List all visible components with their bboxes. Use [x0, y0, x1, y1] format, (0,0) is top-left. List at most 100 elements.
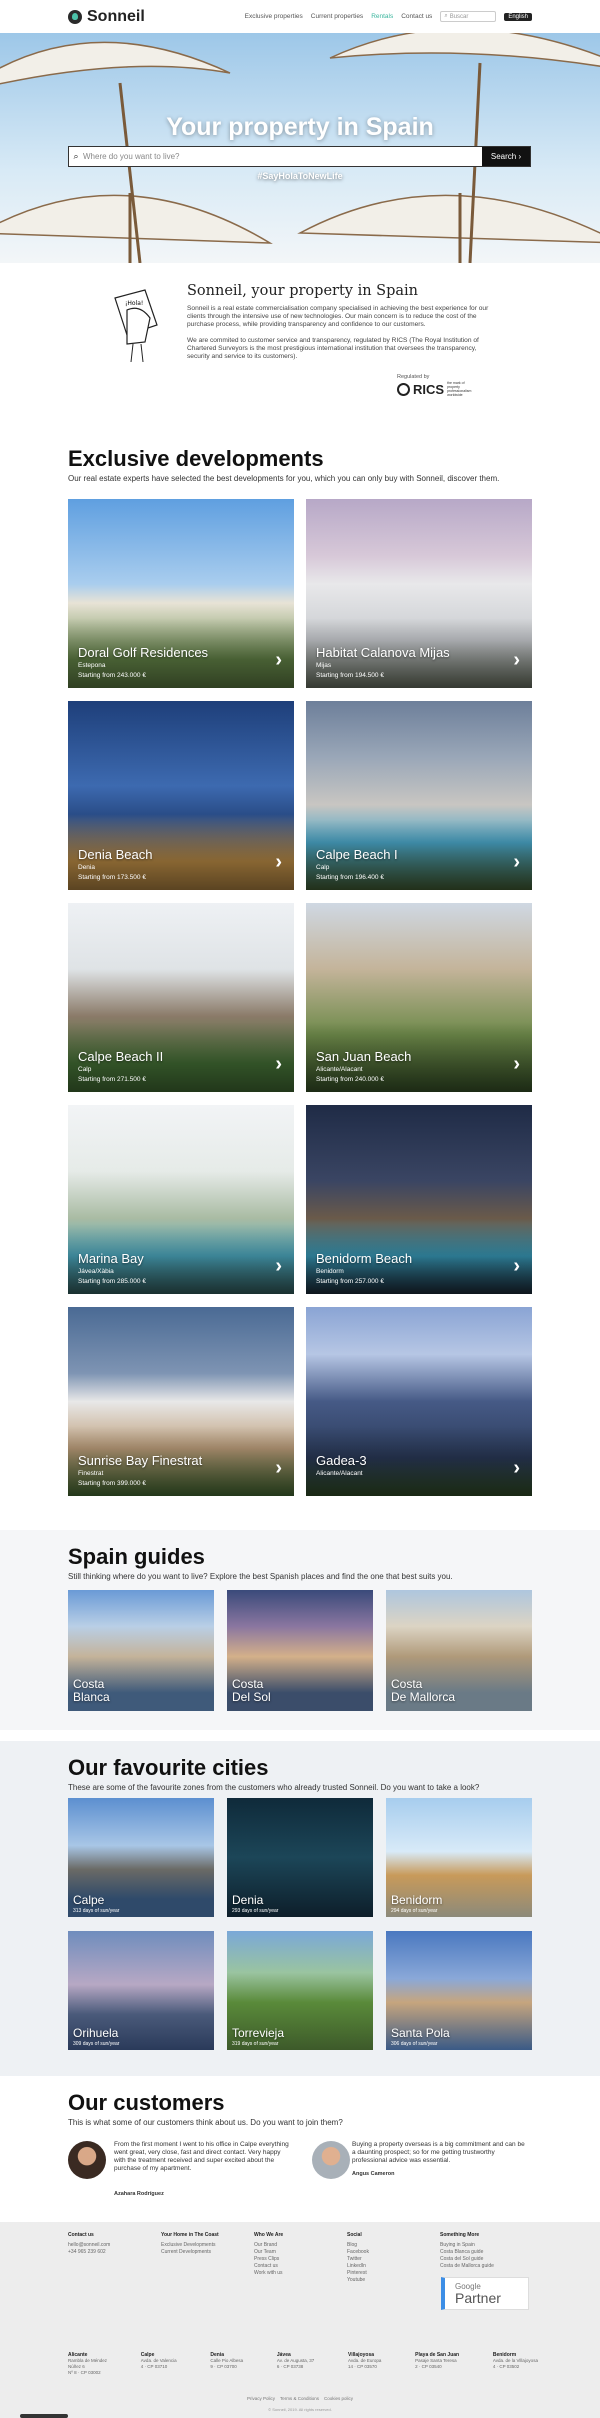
- development-card[interactable]: Habitat Calanova Mijas Mijas Starting fr…: [306, 499, 532, 688]
- footer-link[interactable]: Press Clips: [254, 2256, 283, 2263]
- city-card[interactable]: Orihuela 309 days of sun/year: [68, 1931, 214, 2050]
- city-sun-days: 319 days of sun/year: [232, 2041, 279, 2047]
- footer-link[interactable]: Work with us: [254, 2270, 283, 2277]
- chevron-right-icon[interactable]: ›: [513, 1457, 520, 1480]
- logo[interactable]: Sonneil: [68, 8, 145, 26]
- development-card[interactable]: Doral Golf Residences Estepona Starting …: [68, 499, 294, 688]
- scrollbar-thumb[interactable]: [20, 2414, 68, 2418]
- logo-icon: [68, 9, 82, 24]
- city-card[interactable]: Torrevieja 319 days of sun/year: [227, 1931, 373, 2050]
- office-item: Jávea Av. de Augusta, 37 6 · CP 03738: [276, 2352, 315, 2369]
- header-search-placeholder: Buscar: [449, 13, 469, 20]
- chevron-right-icon[interactable]: ›: [275, 1457, 282, 1480]
- footer-link[interactable]: Pinterest: [347, 2270, 369, 2277]
- nav-contact-us[interactable]: Contact us: [401, 13, 432, 20]
- footer-link[interactable]: Exclusive Developments: [161, 2242, 219, 2249]
- development-card[interactable]: Calpe Beach I Calp Starting from 196.400…: [306, 701, 532, 890]
- footer-link[interactable]: Facebook: [347, 2249, 369, 2256]
- development-card[interactable]: Sunrise Bay Finestrat Finestrat Starting…: [68, 1307, 294, 1496]
- office-item: Alicante Rambla de Méndez Núñez 6 Nº 8 · CP…: [68, 2352, 108, 2375]
- chevron-right-icon[interactable]: ›: [275, 1053, 282, 1076]
- office-item: Calpe Avda. de Valencia 4 · CP 03710: [140, 2352, 177, 2369]
- guide-card[interactable]: Costa De Mallorca: [386, 1590, 532, 1711]
- cities-title: Our favourite cities: [68, 1755, 269, 1780]
- development-name: Sunrise Bay Finestrat: [78, 1453, 203, 1468]
- rics-wordmark: RICS: [413, 381, 445, 397]
- rics-logo: RICS the mark of property professionalis…: [397, 381, 477, 397]
- footer-link[interactable]: Twitter: [347, 2256, 369, 2263]
- search-button-label: Search: [490, 152, 517, 161]
- chevron-right-icon[interactable]: ›: [513, 1255, 520, 1278]
- footer-link[interactable]: Current Developments: [161, 2249, 219, 2256]
- footer-link[interactable]: Blog: [347, 2242, 369, 2249]
- city-name: Benidorm: [391, 1893, 443, 1907]
- customer-avatar: [312, 2141, 350, 2179]
- chevron-right-icon[interactable]: ›: [275, 851, 282, 874]
- development-price: Starting from 399.000 €: [78, 1480, 146, 1487]
- footer-link[interactable]: Buying in Spain: [440, 2242, 494, 2249]
- hero-search-input[interactable]: Where do you want to live?: [83, 152, 482, 161]
- city-card[interactable]: Calpe 313 days of sun/year: [68, 1798, 214, 1917]
- intro-section: ¡Hola! Sonneil, your property in Spain S…: [0, 263, 600, 397]
- hero-search-bar[interactable]: ⌕ Where do you want to live? Search ›: [68, 146, 531, 167]
- footer-link[interactable]: Costa del Sol guide: [440, 2256, 494, 2263]
- privacy-link[interactable]: Privacy Policy: [247, 2396, 275, 2401]
- city-sun-days: 306 days of sun/year: [391, 2041, 438, 2047]
- chevron-right-icon[interactable]: ›: [275, 649, 282, 672]
- city-name: Denia: [232, 1893, 264, 1907]
- development-location: Denia: [78, 864, 95, 871]
- guide-card[interactable]: Costa Del Sol: [227, 1590, 373, 1711]
- nav-exclusive-properties[interactable]: Exclusive properties: [245, 13, 303, 20]
- development-name: San Juan Beach: [316, 1049, 412, 1064]
- chevron-right-icon[interactable]: ›: [513, 1053, 520, 1076]
- development-location: Mijas: [316, 662, 332, 669]
- development-card[interactable]: Calpe Beach II Calp Starting from 271.50…: [68, 903, 294, 1092]
- google-partner-badge[interactable]: Google Partner: [441, 2277, 529, 2310]
- development-card[interactable]: Gadea-3 Alicante/Alacant ›: [306, 1307, 532, 1496]
- search-button[interactable]: Search ›: [482, 147, 530, 166]
- language-select[interactable]: English: [504, 12, 532, 21]
- city-name: Orihuela: [73, 2026, 119, 2040]
- development-card[interactable]: Marina Bay Jávea/Xàbia Starting from 285…: [68, 1105, 294, 1294]
- intro-title: Sonneil, your property in Spain: [187, 283, 419, 299]
- search-icon: ⌕: [73, 151, 79, 161]
- development-card[interactable]: San Juan Beach Alicante/Alacant Starting…: [306, 903, 532, 1092]
- development-location: Alicante/Alacant: [316, 1470, 363, 1477]
- city-card[interactable]: Benidorm 294 days of sun/year: [386, 1798, 532, 1917]
- footer-link[interactable]: Contact us: [254, 2263, 283, 2270]
- city-card[interactable]: Santa Pola 306 days of sun/year: [386, 1931, 532, 2050]
- footer-link[interactable]: Youtube: [347, 2277, 369, 2284]
- guide-card[interactable]: Costa Blanca: [68, 1590, 214, 1711]
- chevron-right-icon[interactable]: ›: [513, 649, 520, 672]
- chevron-right-icon[interactable]: ›: [275, 1255, 282, 1278]
- development-name: Habitat Calanova Mijas: [316, 645, 450, 660]
- development-card[interactable]: Denia Beach Denia Starting from 173.500 …: [68, 701, 294, 890]
- city-sun-days: 293 days of sun/year: [232, 1908, 279, 1914]
- footer-link[interactable]: Costa de Mallorca guide: [440, 2263, 494, 2270]
- chevron-right-icon[interactable]: ›: [513, 851, 520, 874]
- site-header: Sonneil Exclusive properties Current pro…: [0, 0, 600, 33]
- footer-link[interactable]: +34 965 239 602: [68, 2249, 110, 2256]
- footer-link[interactable]: Costa Blanca guide: [440, 2249, 494, 2256]
- footer-link[interactable]: Our Team: [254, 2249, 283, 2256]
- partner-label: Partner: [455, 2290, 501, 2306]
- nav-current-properties[interactable]: Current properties: [311, 13, 363, 20]
- search-icon: ⌕: [444, 13, 448, 19]
- footer-link[interactable]: LinkedIn: [347, 2263, 369, 2270]
- city-card[interactable]: Denia 293 days of sun/year: [227, 1798, 373, 1917]
- office-item: Playa de San Juan Pasaje Santa Teresa 2 · …: [415, 2352, 460, 2369]
- terms-link[interactable]: Terms & Conditions: [280, 2396, 319, 2401]
- intro-paragraph-2: We are commited to customer service and …: [187, 337, 479, 360]
- development-price: Starting from 173.500 €: [78, 874, 146, 881]
- customer-quote: Buying a property overseas is a big comm…: [352, 2141, 525, 2164]
- developments-title: Exclusive developments: [68, 446, 324, 471]
- header-search-input[interactable]: ⌕ Buscar: [440, 11, 497, 22]
- development-card[interactable]: Benidorm Beach Benidorm Starting from 25…: [306, 1105, 532, 1294]
- nav-rentals[interactable]: Rentals: [371, 13, 393, 20]
- footer-link[interactable]: Our Brand: [254, 2242, 283, 2249]
- footer-link[interactable]: hello@sonneil.com: [68, 2242, 110, 2249]
- guide-name: Costa Blanca: [73, 1677, 110, 1704]
- office-item: Villajoyosa Avda. de Europa 14 · CP 03570: [347, 2352, 382, 2369]
- cookies-link[interactable]: Cookies policy: [324, 2396, 353, 2401]
- customer-avatar: [68, 2141, 106, 2179]
